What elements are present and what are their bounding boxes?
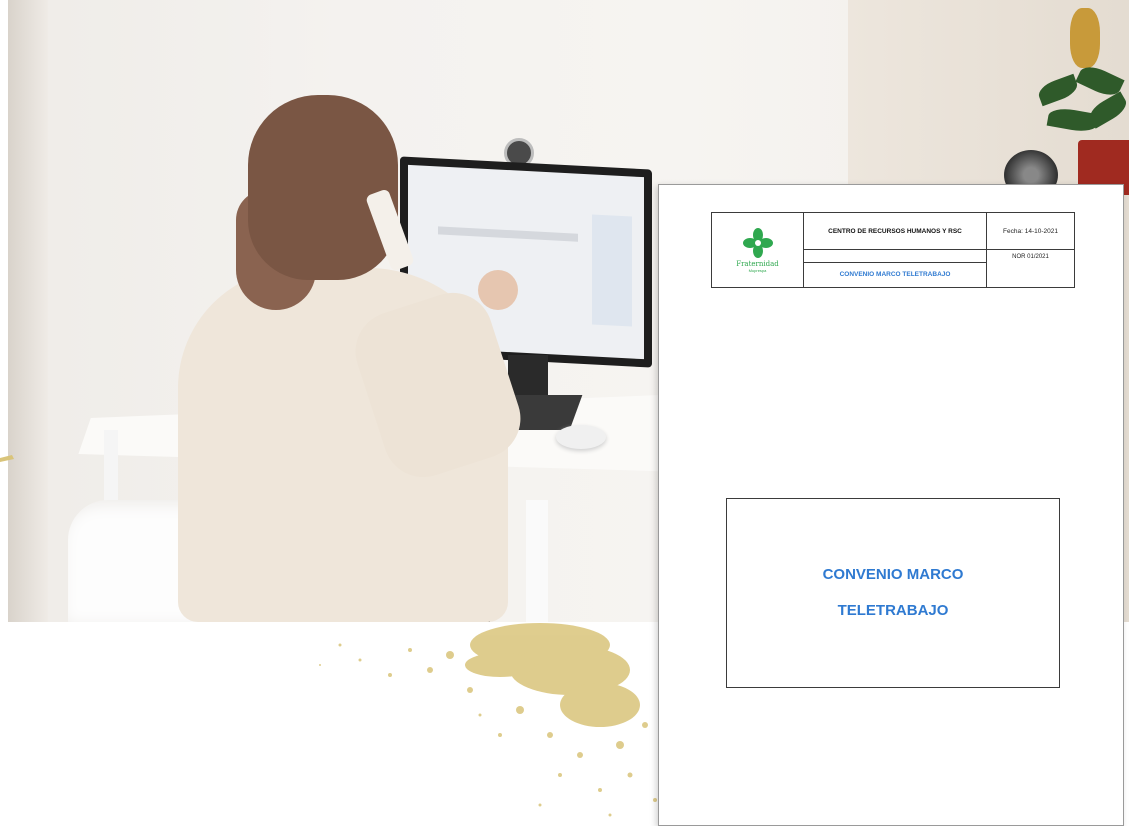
document-subject: CONVENIO MARCO TELETRABAJO [839,271,951,278]
document-title-line-1: CONVENIO MARCO [822,566,964,583]
document-page: Fraternidad Muprespa CENTRO DE RECURSOS … [658,184,1124,826]
logo-name: Fraternidad [736,259,779,268]
document-title-box: CONVENIO MARCO TELETRABAJO [726,498,1060,688]
document-header-table: Fraternidad Muprespa CENTRO DE RECURSOS … [711,212,1075,288]
person-hand [478,270,518,310]
document-code: NOR 01/2021 [986,250,1074,287]
person-head [248,95,398,280]
logo-cell: Fraternidad Muprespa [712,213,804,287]
monitor-stand [508,355,548,395]
logo-subtitle: Muprespa [748,267,767,273]
gold-splatter-left [0,455,14,462]
document-date: Fecha: 14-10-2021 [986,213,1074,250]
gold-splatter [319,623,657,817]
mouse [556,425,606,449]
document-subject-cell: CONVENIO MARCO TELETRABAJO [804,250,986,287]
department-title: CENTRO DE RECURSOS HUMANOS Y RSC [804,213,986,250]
wall-shadow [8,0,48,622]
fraternidad-logo-icon [742,227,773,258]
document-title-line-2: TELETRABAJO [837,602,949,619]
desk-leg [526,500,548,622]
